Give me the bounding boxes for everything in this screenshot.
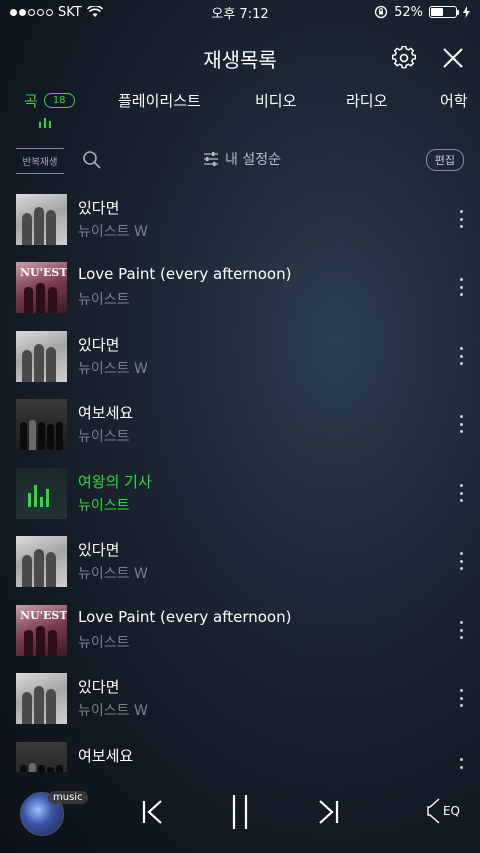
tab-video[interactable]: 비디오 [255,90,296,111]
album-art [16,331,67,382]
song-artist: 뉴이스트 W [78,224,148,240]
eq-button[interactable]: EQ [427,798,460,824]
song-artist: 뉴이스트 [78,292,130,308]
battery-icon [429,6,459,18]
mini-player: music EQ [0,780,480,853]
song-title: 여보세요 [78,404,134,422]
search-icon [83,151,101,169]
album-art [16,673,67,724]
sort-label: 내 설정순 [225,152,281,168]
list-item[interactable]: 여보세요 [0,732,480,772]
tab-playlist[interactable]: 플레이리스트 [118,90,201,111]
speaker-icon [427,798,440,824]
next-button[interactable] [313,794,343,830]
album-art [16,194,67,245]
skip-next-icon [319,800,339,824]
search-button[interactable] [82,150,102,174]
tab-label: 곡 [24,92,38,110]
song-count-badge: 18 [43,93,75,108]
list-item-now-playing[interactable]: 여왕의 기사 뉴이스트 [0,458,480,526]
list-item[interactable]: 있다면 뉴이스트 W [0,321,480,389]
song-title: Love Paint (every afternoon) [78,608,292,626]
status-left: SKT [10,5,103,20]
tab-radio[interactable]: 라디오 [346,90,387,111]
song-artist: 뉴이스트 [78,635,130,651]
song-title: 있다면 [78,678,120,696]
more-options-icon[interactable] [458,210,464,228]
more-options-icon[interactable] [458,758,464,772]
song-title: 있다면 [78,336,120,354]
album-art: NU'EST [16,605,67,656]
more-options-icon[interactable] [458,689,464,707]
status-bar: SKT 오후 7:12 52% [0,0,480,24]
tab-songs[interactable]: 곡 18 [24,90,75,111]
sliders-icon [204,152,218,166]
album-art [16,399,67,450]
edit-button[interactable]: 편집 [425,149,464,171]
carrier-label: SKT [58,4,82,20]
skip-previous-icon [142,800,162,824]
source-badge: music [48,791,88,804]
more-options-icon[interactable] [458,415,464,433]
album-art [16,536,67,587]
list-item[interactable]: 있다면 뉴이스트 W [0,526,480,594]
song-artist: 뉴이스트 W [78,703,148,719]
song-artist: 뉴이스트 [78,429,130,445]
more-options-icon[interactable] [458,347,464,365]
song-artist: 뉴이스트 W [78,361,148,377]
album-art: NU'EST [16,262,67,313]
list-item[interactable]: NU'EST Love Paint (every afternoon) 뉴이스트 [0,252,480,320]
list-toolbar: 반복재생 내 설정순 편집 [0,146,480,176]
charging-icon [463,6,470,18]
song-title: 있다면 [78,199,120,217]
list-item[interactable]: 있다면 뉴이스트 W [0,663,480,731]
close-button[interactable] [439,44,467,72]
settings-button[interactable] [390,44,418,72]
song-title: 있다면 [78,541,120,559]
gear-icon [392,46,416,69]
rotation-lock-icon [374,5,388,19]
category-tabs: 곡 18 플레이리스트 비디오 라디오 어학 [0,86,480,134]
more-options-icon[interactable] [458,621,464,639]
song-list: 있다면 뉴이스트 W NU'EST Love Paint (every afte… [0,184,480,772]
song-artist: 뉴이스트 [78,498,130,514]
previous-button[interactable] [138,794,168,830]
eq-label: EQ [442,804,460,818]
song-title: Love Paint (every afternoon) [78,265,292,283]
tab-language[interactable]: 어학 [440,90,468,111]
repeat-button[interactable]: 반복재생 [14,148,66,174]
list-item[interactable]: 있다면 뉴이스트 W [0,184,480,252]
more-options-icon[interactable] [458,278,464,296]
album-art [16,468,67,519]
battery-percent: 52% [394,4,423,20]
album-art [16,742,67,772]
now-playing-eq-icon [28,485,49,507]
list-item[interactable]: 여보세요 뉴이스트 [0,389,480,457]
now-playing-eq-icon [39,118,51,128]
signal-strength-icon [10,8,53,16]
header: 재생목록 [0,36,480,80]
song-title: 여왕의 기사 [78,473,152,491]
more-options-icon[interactable] [458,484,464,502]
wifi-icon [86,6,103,17]
album-logo: NU'EST [20,609,67,622]
list-item[interactable]: NU'EST Love Paint (every afternoon) 뉴이스트 [0,595,480,663]
pause-button[interactable] [225,794,255,830]
pause-icon [232,795,248,829]
sort-button[interactable]: 내 설정순 [203,149,281,169]
song-artist: 뉴이스트 W [78,566,148,582]
status-right: 52% [374,5,470,20]
close-icon [443,48,463,68]
song-title: 여보세요 [78,747,134,765]
more-options-icon[interactable] [458,552,464,570]
album-logo: NU'EST [20,266,67,279]
